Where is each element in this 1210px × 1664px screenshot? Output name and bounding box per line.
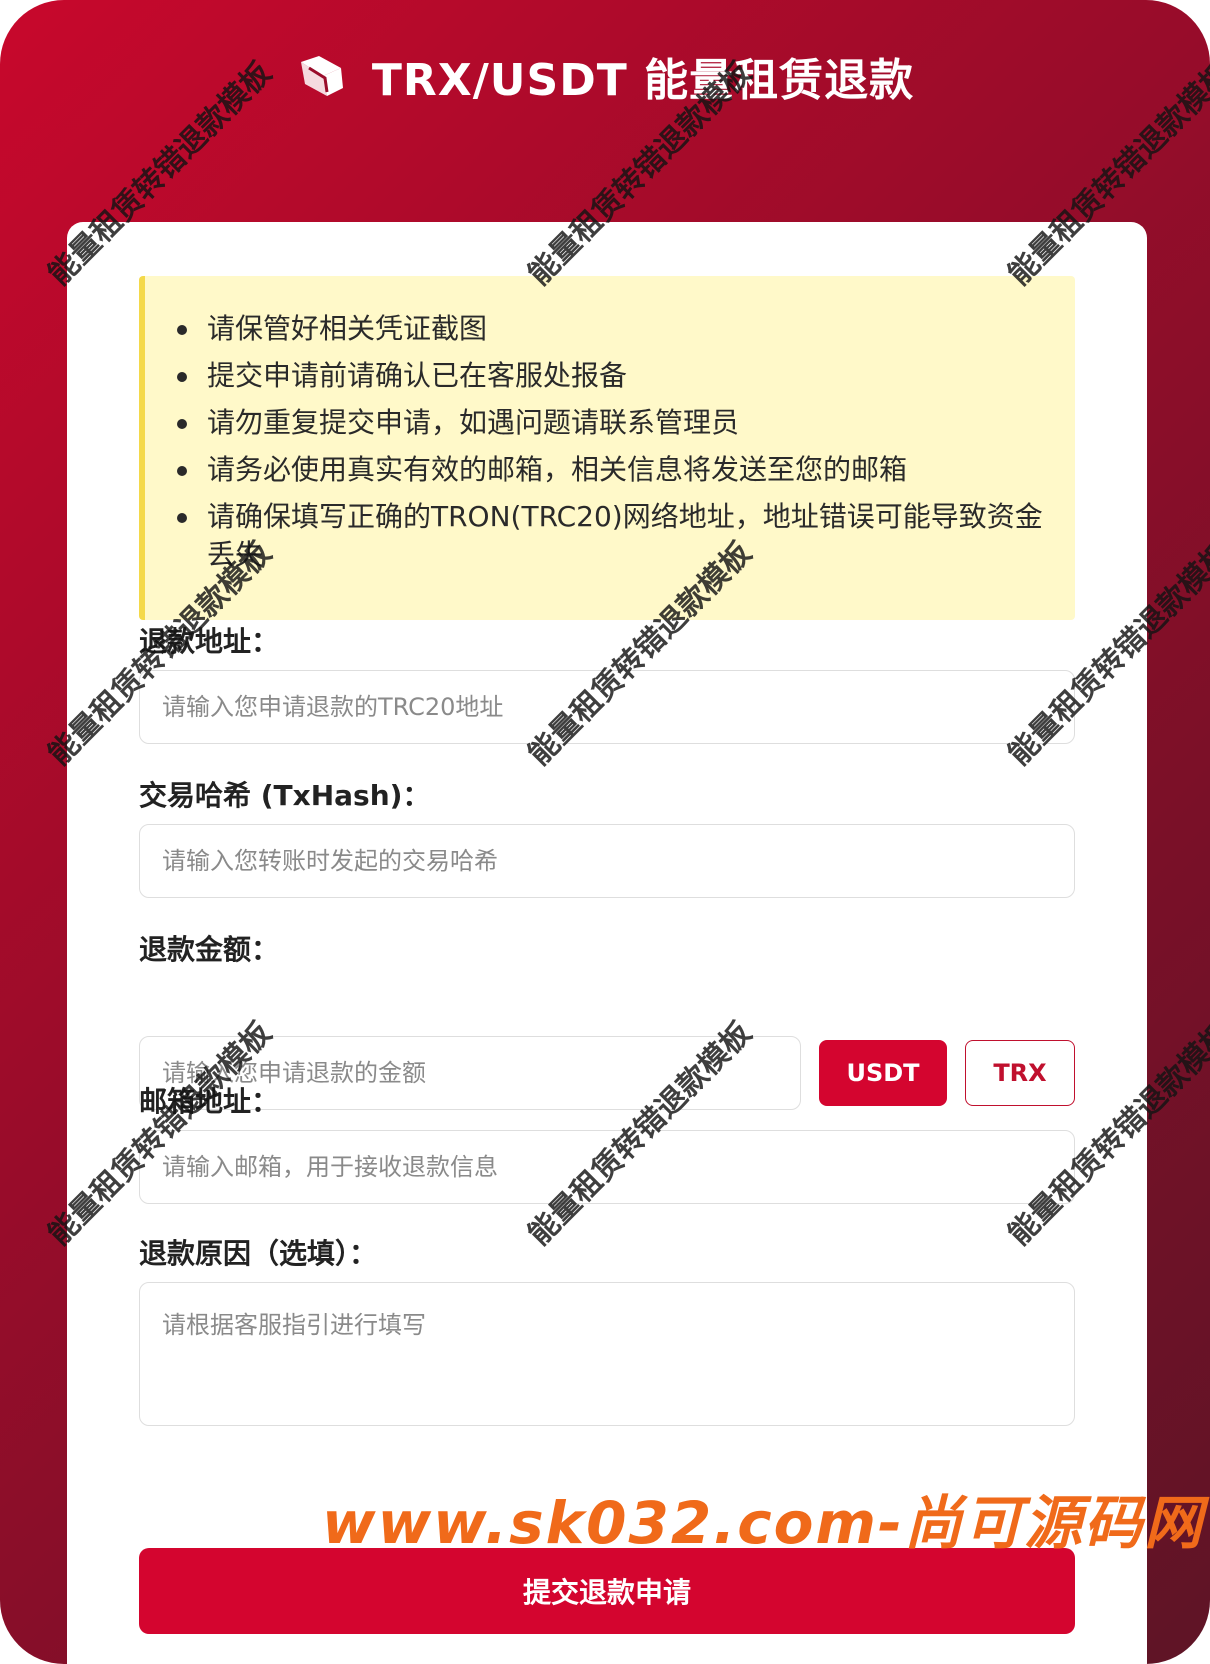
refund-form-card: 请保管好相关凭证截图 提交申请前请确认已在客服处报备 请勿重复提交申请，如遇问题… — [67, 222, 1147, 1664]
currency-usdt-button[interactable]: USDT — [819, 1040, 947, 1106]
notice-item: 请保管好相关凭证截图 — [177, 310, 1045, 348]
currency-trx-button[interactable]: TRX — [965, 1040, 1075, 1106]
email-input[interactable] — [139, 1130, 1075, 1204]
notice-item: 请确保填写正确的TRON(TRC20)网络地址，地址错误可能导致资金丢失 — [177, 498, 1045, 574]
bullet-icon — [177, 466, 187, 476]
notice-item: 提交申请前请确认已在客服处报备 — [177, 357, 1045, 395]
submit-refund-button[interactable]: 提交退款申请 — [139, 1548, 1075, 1634]
reason-label: 退款原因（选填）： — [139, 1237, 378, 1270]
refund-address-input[interactable] — [139, 670, 1075, 744]
bullet-icon — [177, 372, 187, 382]
app-frame: TRX/USDT 能量租赁退款 请保管好相关凭证截图 提交申请前请确认已在客服处… — [0, 0, 1210, 1664]
bullet-icon — [177, 419, 187, 429]
txhash-label: 交易哈希 (TxHash)： — [139, 779, 431, 812]
cube-logo-icon — [296, 53, 346, 99]
txhash-input[interactable] — [139, 824, 1075, 898]
amount-label: 退款金额： — [139, 933, 280, 966]
bullet-icon — [177, 513, 187, 523]
email-label: 邮箱地址： — [139, 1085, 280, 1118]
header: TRX/USDT 能量租赁退款 — [0, 36, 1210, 116]
notice-box: 请保管好相关凭证截图 提交申请前请确认已在客服处报备 请勿重复提交申请，如遇问题… — [139, 276, 1075, 620]
notice-item: 请勿重复提交申请，如遇问题请联系管理员 — [177, 404, 1045, 442]
address-label: 退款地址： — [139, 625, 280, 658]
bullet-icon — [177, 325, 187, 335]
refund-reason-textarea[interactable] — [139, 1282, 1075, 1426]
page-title: TRX/USDT 能量租赁退款 — [371, 55, 915, 106]
notice-list: 请保管好相关凭证截图 提交申请前请确认已在客服处报备 请勿重复提交申请，如遇问题… — [145, 276, 1075, 574]
notice-item: 请务必使用真实有效的邮箱，相关信息将发送至您的邮箱 — [177, 451, 1045, 489]
